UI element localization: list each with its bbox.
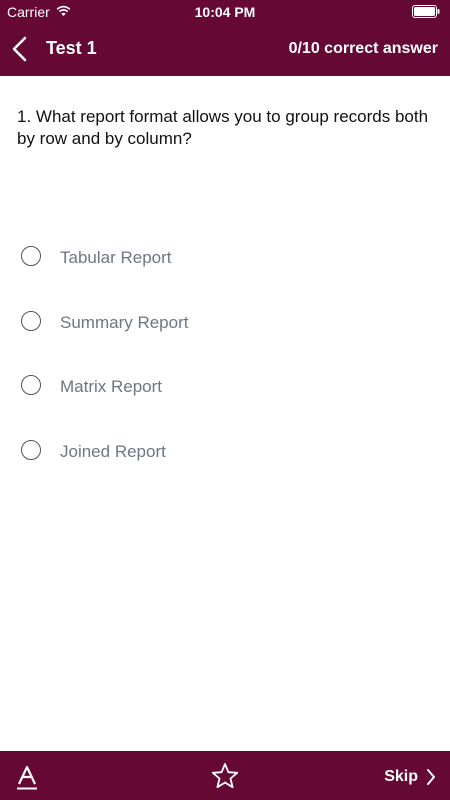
status-bar: Carrier 10:04 PM (0, 0, 450, 22)
option-tabular[interactable]: Tabular Report (0, 240, 450, 305)
option-label: Matrix Report (60, 377, 163, 396)
battery-icon (412, 5, 440, 18)
star-icon[interactable] (211, 762, 239, 790)
radio-icon[interactable] (21, 375, 41, 395)
bottom-bar: Skip (0, 751, 450, 800)
answer-options: Tabular Report Summary Report Matrix Rep… (0, 240, 450, 498)
radio-icon[interactable] (21, 310, 41, 331)
option-label: Tabular Report (60, 248, 172, 267)
font-size-icon[interactable] (16, 765, 38, 791)
back-button[interactable] (10, 36, 30, 62)
option-summary[interactable]: Summary Report (0, 305, 450, 370)
option-matrix[interactable]: Matrix Report (0, 369, 450, 434)
chevron-left-icon (12, 36, 27, 62)
radio-icon[interactable] (21, 246, 41, 266)
option-label: Joined Report (60, 441, 166, 461)
question-text: 1. What report format allows you to grou… (17, 107, 429, 148)
option-joined[interactable]: Joined Report (0, 434, 450, 499)
radio-icon[interactable] (21, 439, 41, 460)
top-bar: Carrier 10:04 PM Test 1 0/10 correct ans… (0, 0, 450, 76)
skip-label: Skip (384, 768, 418, 785)
score-label: 0/10 correct answer (288, 40, 438, 57)
page-title: Test 1 (46, 38, 97, 58)
status-time: 10:04 PM (194, 4, 256, 20)
skip-button[interactable]: Skip (384, 766, 436, 788)
chevron-right-icon (427, 769, 435, 785)
nav-bar: Test 1 0/10 correct answer (0, 22, 450, 76)
option-label: Summary Report (60, 312, 189, 332)
